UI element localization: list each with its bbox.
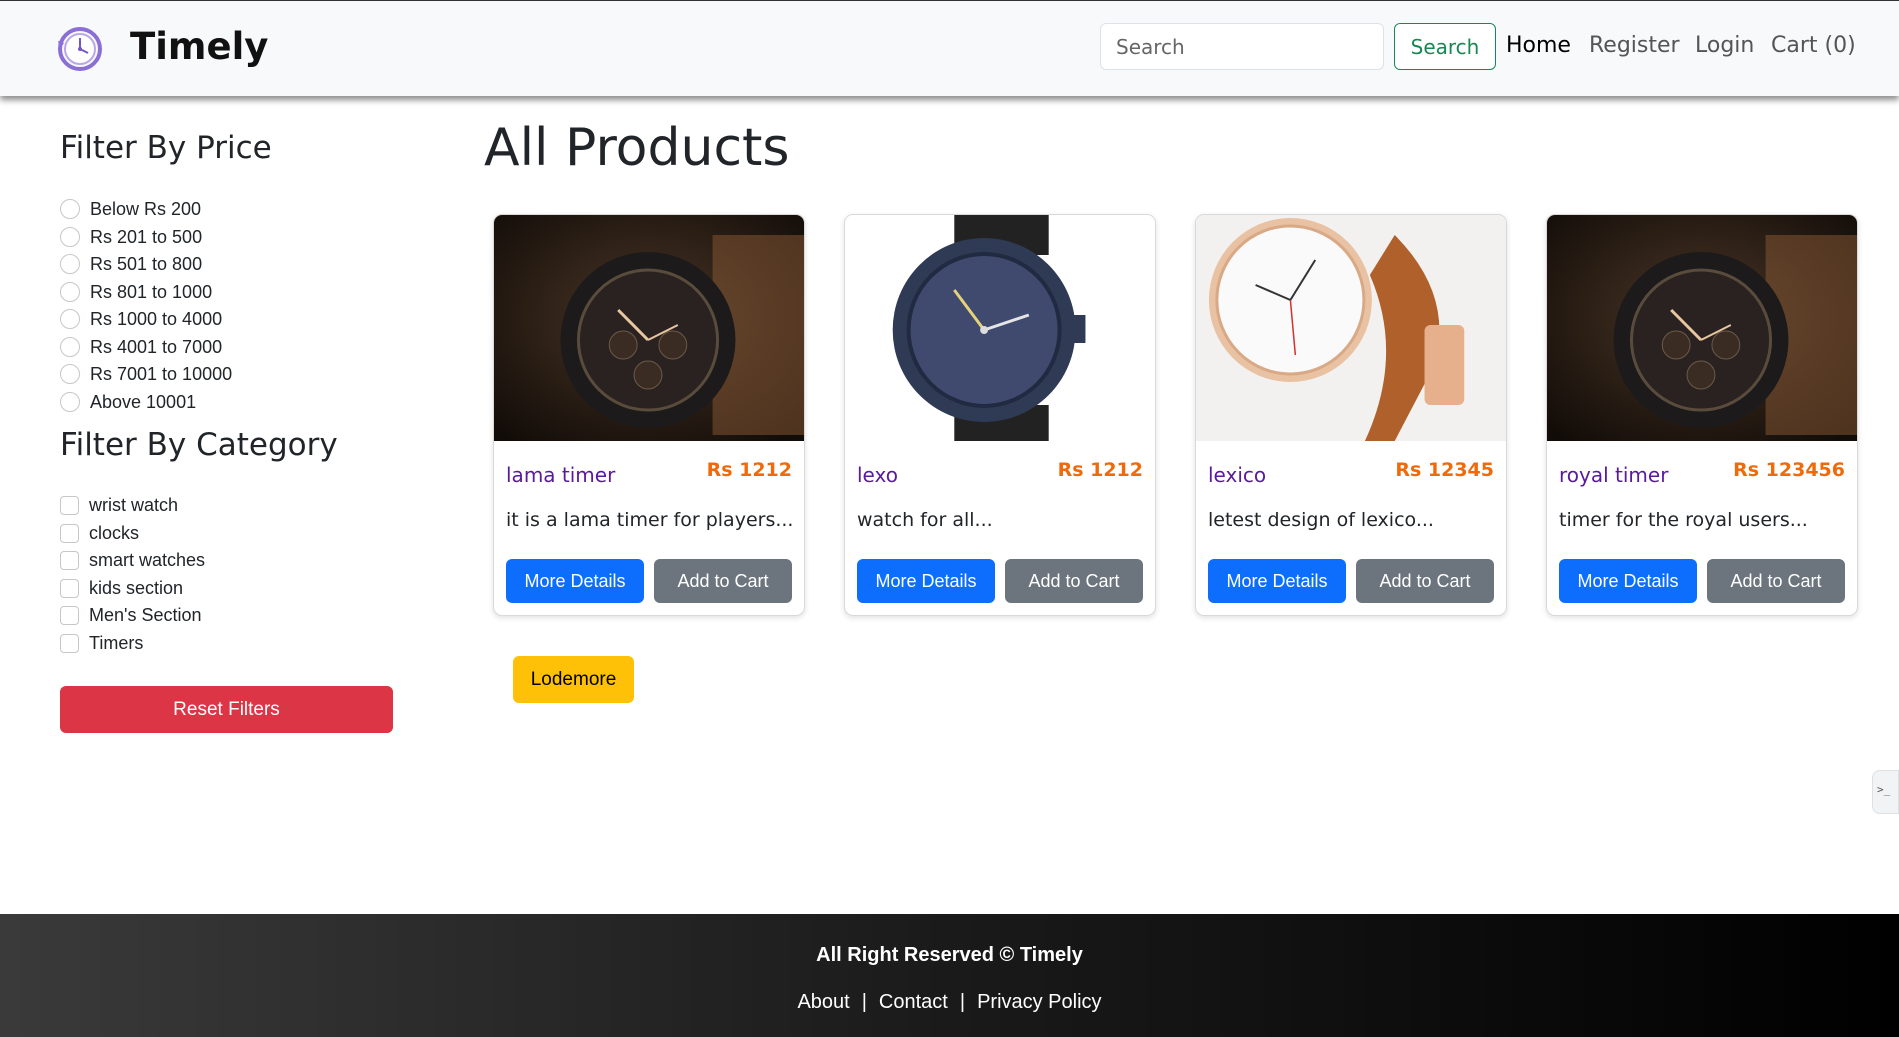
category-option-label: Timers	[89, 632, 144, 653]
nav-login-link[interactable]: Login	[1695, 33, 1754, 58]
category-option[interactable]: Men's Section	[60, 602, 202, 628]
footer-about-link[interactable]: About	[797, 991, 849, 1013]
product-image[interactable]	[1196, 215, 1506, 441]
more-details-button[interactable]: More Details	[1559, 559, 1697, 603]
price-option-label: Rs 501 to 800	[90, 253, 203, 274]
category-option-label: clocks	[89, 522, 140, 543]
category-option[interactable]: wrist watch	[60, 492, 178, 518]
price-option-label: Rs 1000 to 4000	[90, 308, 223, 329]
price-option-label: Rs 4001 to 7000	[90, 336, 223, 357]
terminal-widget-icon[interactable]: >_	[1872, 770, 1899, 814]
footer: All Right Reserved © Timely About | Contac…	[0, 914, 1899, 1037]
category-option-label: kids section	[89, 577, 184, 598]
checkbox[interactable]	[60, 578, 79, 598]
category-option[interactable]: smart watches	[60, 547, 205, 573]
checkbox[interactable]	[60, 550, 79, 570]
product-price: Rs 1212	[706, 459, 792, 481]
product-name[interactable]: lexico	[1208, 463, 1266, 487]
radio-button[interactable]	[60, 282, 80, 302]
price-option-label: Rs 201 to 500	[90, 226, 203, 247]
checkbox[interactable]	[60, 523, 79, 543]
footer-links: About | Contact | Privacy Policy	[0, 991, 1899, 1014]
radio-button[interactable]	[60, 254, 80, 274]
product-card: lexo Rs 1212 watch for all... More Detai…	[844, 214, 1156, 616]
footer-contact-link[interactable]: Contact	[879, 991, 948, 1013]
product-card: lexico Rs 12345 letest design of lexico.…	[1195, 214, 1507, 616]
category-option[interactable]: kids section	[60, 575, 183, 601]
price-option-label: Below Rs 200	[90, 198, 202, 219]
price-option[interactable]: Above 10001	[60, 389, 196, 415]
more-details-button[interactable]: More Details	[1208, 559, 1346, 603]
category-option-label: wrist watch	[89, 494, 179, 515]
category-option[interactable]: Timers	[60, 630, 143, 656]
product-price: Rs 1212	[1057, 459, 1143, 481]
radio-button[interactable]	[60, 199, 80, 219]
search-button[interactable]: Search	[1394, 23, 1496, 70]
price-option[interactable]: Rs 4001 to 7000	[60, 334, 222, 360]
checkbox[interactable]	[60, 495, 79, 515]
filter-price-title: Filter By Price	[60, 130, 272, 166]
radio-button[interactable]	[60, 337, 80, 357]
radio-button[interactable]	[60, 364, 80, 384]
category-option-label: Men's Section	[89, 604, 202, 625]
product-price: Rs 12345	[1395, 459, 1494, 481]
more-details-button[interactable]: More Details	[506, 559, 644, 603]
navbar: Timely Search Home Register Login Cart (…	[0, 0, 1899, 96]
page-title: All Products	[484, 118, 790, 178]
product-name[interactable]: lexo	[857, 463, 898, 487]
search-input[interactable]	[1100, 23, 1384, 70]
brand-name[interactable]: Timely	[130, 25, 268, 68]
product-price: Rs 123456	[1733, 459, 1845, 481]
product-description: timer for the royal users...	[1559, 509, 1808, 531]
clock-logo-icon[interactable]	[50, 21, 106, 77]
product-name[interactable]: lama timer	[506, 463, 615, 487]
footer-separator: |	[861, 991, 867, 1013]
reset-filters-button[interactable]: Reset Filters	[60, 686, 393, 733]
category-option-label: smart watches	[89, 549, 206, 570]
add-to-cart-button[interactable]: Add to Cart	[1356, 559, 1494, 603]
product-card: royal timer Rs 123456 timer for the roya…	[1546, 214, 1858, 616]
price-option[interactable]: Rs 201 to 500	[60, 224, 202, 250]
price-option[interactable]: Below Rs 200	[60, 196, 201, 222]
nav-home-link[interactable]: Home	[1506, 33, 1571, 58]
footer-copyright: All Right Reserved © Timely	[816, 944, 1083, 966]
price-option-label: Above 10001	[90, 391, 197, 412]
price-option[interactable]: Rs 501 to 800	[60, 251, 202, 277]
footer-privacy-link[interactable]: Privacy Policy	[977, 991, 1101, 1013]
add-to-cart-button[interactable]: Add to Cart	[1005, 559, 1143, 603]
price-option[interactable]: Rs 801 to 1000	[60, 279, 212, 305]
product-image[interactable]	[845, 215, 1155, 441]
radio-button[interactable]	[60, 227, 80, 247]
filter-category-title: Filter By Category	[60, 427, 338, 463]
add-to-cart-button[interactable]: Add to Cart	[1707, 559, 1845, 603]
price-option-label: Rs 801 to 1000	[90, 281, 213, 302]
radio-button[interactable]	[60, 309, 80, 329]
load-more-button[interactable]: Lodemore	[513, 656, 634, 703]
footer-separator: |	[959, 991, 966, 1013]
product-image[interactable]	[1547, 215, 1857, 441]
product-card: lama timer Rs 1212 it is a lama timer fo…	[493, 214, 805, 616]
checkbox[interactable]	[60, 633, 79, 653]
checkbox[interactable]	[60, 605, 79, 625]
price-option-label: Rs 7001 to 10000	[90, 363, 233, 384]
price-option[interactable]: Rs 7001 to 10000	[60, 361, 232, 387]
nav-register-link[interactable]: Register	[1589, 33, 1680, 58]
more-details-button[interactable]: More Details	[857, 559, 995, 603]
nav-cart-link[interactable]: Cart (0)	[1771, 33, 1856, 58]
product-description: it is a lama timer for players...	[506, 509, 794, 531]
product-description: letest design of lexico...	[1208, 509, 1434, 531]
category-option[interactable]: clocks	[60, 520, 139, 546]
product-image[interactable]	[494, 215, 804, 441]
radio-button[interactable]	[60, 392, 80, 412]
add-to-cart-button[interactable]: Add to Cart	[654, 559, 792, 603]
price-option[interactable]: Rs 1000 to 4000	[60, 306, 222, 332]
product-name[interactable]: royal timer	[1559, 463, 1668, 487]
product-description: watch for all...	[857, 509, 993, 531]
